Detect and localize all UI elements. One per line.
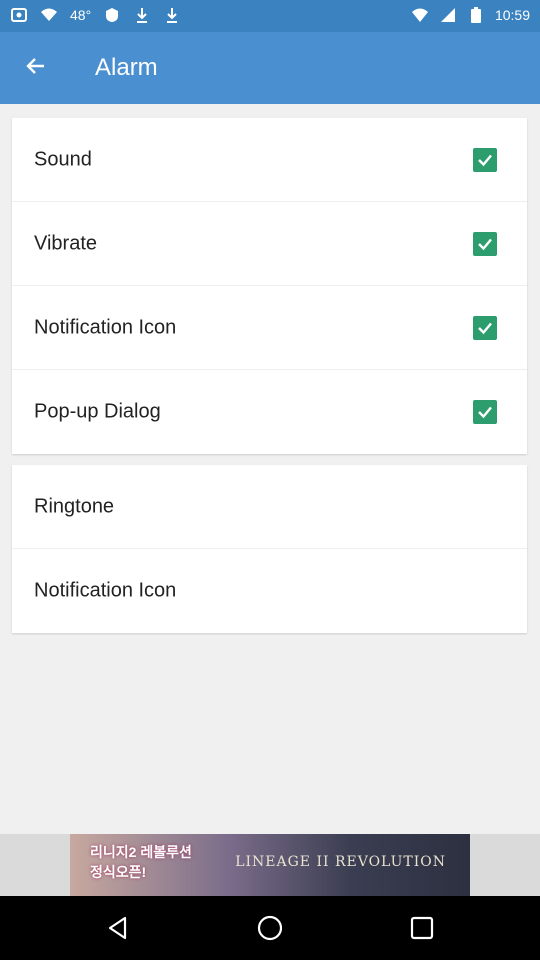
app-bar: Alarm	[0, 32, 540, 104]
setting-label: Ringtone	[34, 495, 115, 517]
network-label: 48°	[70, 7, 92, 23]
triangle-back-icon	[108, 916, 127, 940]
status-left: 48°	[10, 6, 181, 24]
navigation-bar	[0, 896, 540, 960]
setting-row-sound[interactable]: Sound	[12, 118, 527, 202]
setting-label: Notification Icon	[34, 579, 177, 602]
wifi-icon	[40, 6, 58, 24]
notification-icon-checkbox[interactable]	[473, 315, 497, 340]
signal-wifi-icon	[411, 6, 429, 24]
status-right: 10:59	[411, 6, 530, 24]
setting-row-vibrate[interactable]: Vibrate	[12, 202, 527, 286]
clock: 10:59	[494, 7, 530, 23]
setting-label: Pop-up Dialog	[34, 400, 161, 423]
ad-banner[interactable]: 리니지2 레볼루션 정식오픈! LINEAGE II REVOLUTION	[0, 834, 540, 896]
setting-label: Vibrate	[34, 232, 98, 254]
check-icon	[478, 154, 492, 166]
battery-icon	[467, 6, 485, 24]
vibrate-checkbox[interactable]	[473, 231, 497, 256]
arrow-back-icon	[26, 56, 46, 81]
ad-logo: LINEAGE II REVOLUTION	[235, 854, 446, 870]
nav-home-button[interactable]	[254, 912, 286, 944]
circle-home-icon	[257, 915, 283, 941]
download-icon-2	[163, 6, 181, 24]
back-button[interactable]	[12, 44, 60, 92]
nav-recents-button[interactable]	[406, 912, 438, 944]
check-icon	[478, 322, 492, 334]
ad-image[interactable]: 리니지2 레볼루션 정식오픈! LINEAGE II REVOLUTION	[70, 834, 470, 896]
cell-signal-icon	[439, 6, 457, 24]
setting-row-ringtone[interactable]: Ringtone	[12, 465, 527, 549]
square-recents-icon	[410, 916, 434, 940]
setting-label: Notification Icon	[34, 316, 177, 338]
setting-row-notification-sound[interactable]: Notification Icon	[12, 549, 527, 633]
page-title: Alarm	[95, 54, 158, 81]
ad-text: 리니지2 레볼루션 정식오픈!	[90, 842, 192, 882]
checkbox-settings-card: Sound Vibrate Notification Icon Pop-up D…	[12, 118, 527, 454]
setting-label: Sound	[34, 148, 92, 170]
sound-checkbox[interactable]	[473, 147, 497, 172]
download-icon	[133, 6, 151, 24]
nav-back-button[interactable]	[102, 912, 134, 944]
app-notification-icon	[10, 6, 28, 24]
popup-dialog-checkbox[interactable]	[473, 400, 497, 424]
ad-text-line1: 리니지2 레볼루션	[90, 844, 192, 860]
setting-row-popup-dialog[interactable]: Pop-up Dialog	[12, 370, 527, 454]
check-icon	[478, 406, 492, 419]
vpn-icon	[103, 6, 121, 24]
setting-row-notification-icon[interactable]: Notification Icon	[12, 286, 527, 370]
check-icon	[478, 238, 492, 250]
sound-settings-card: Ringtone Notification Icon	[12, 465, 527, 633]
ad-text-line2: 정식오픈!	[90, 864, 147, 880]
status-bar: 48° 10:59	[0, 0, 540, 32]
